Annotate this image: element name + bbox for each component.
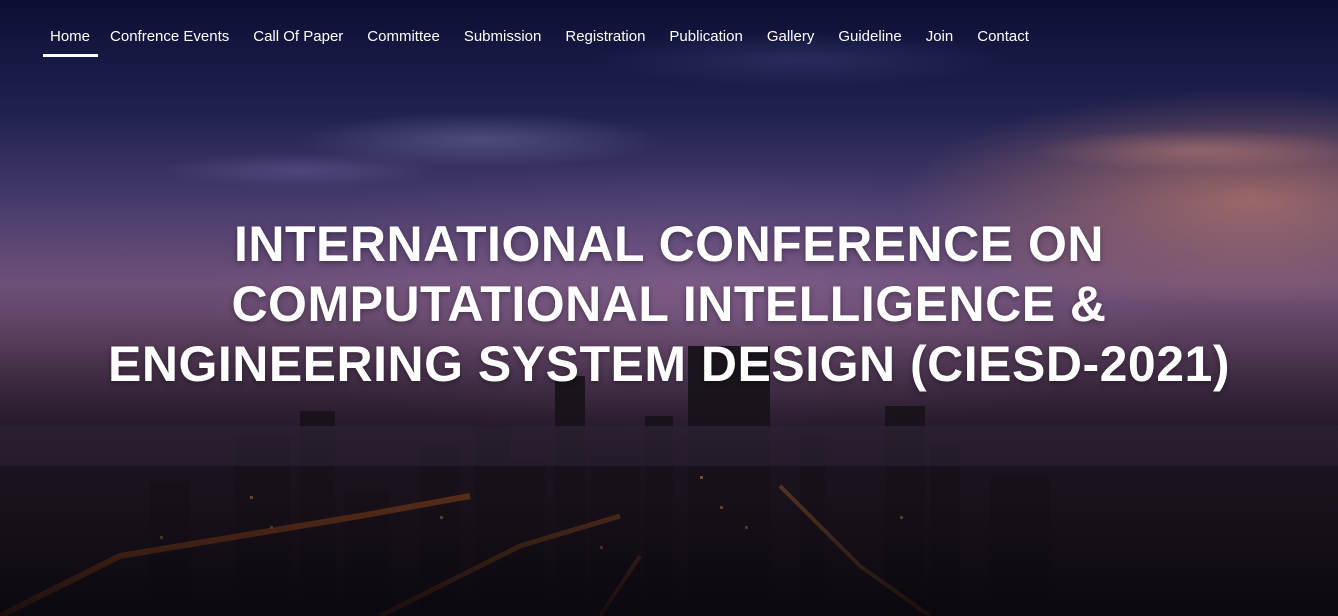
conference-title-line-2: COMPUTATIONAL INTELLIGENCE & — [231, 276, 1107, 332]
conference-title-line-1: INTERNATIONAL CONFERENCE ON — [234, 216, 1104, 272]
nav-item-guideline[interactable]: Guideline — [826, 28, 913, 57]
nav-item-submission[interactable]: Submission — [452, 28, 554, 57]
nav-item-registration[interactable]: Registration — [553, 28, 657, 57]
nav-item-join[interactable]: Join — [914, 28, 966, 57]
main-navigation: Home Confrence Events Call Of Paper Comm… — [43, 28, 1041, 57]
nav-item-publication[interactable]: Publication — [657, 28, 754, 57]
nav-item-contact[interactable]: Contact — [965, 28, 1041, 57]
nav-item-home[interactable]: Home — [43, 28, 99, 57]
conference-title-line-3: ENGINEERING SYSTEM DESIGN (CIESD-2021) — [107, 336, 1230, 392]
nav-item-call-of-paper[interactable]: Call Of Paper — [241, 28, 355, 57]
conference-title: INTERNATIONAL CONFERENCE ON COMPUTATIONA… — [0, 214, 1338, 394]
hero-banner: Home Confrence Events Call Of Paper Comm… — [0, 0, 1338, 616]
nav-item-committee[interactable]: Committee — [355, 28, 452, 57]
nav-item-confrence-events[interactable]: Confrence Events — [98, 28, 241, 57]
nav-item-gallery[interactable]: Gallery — [755, 28, 827, 57]
